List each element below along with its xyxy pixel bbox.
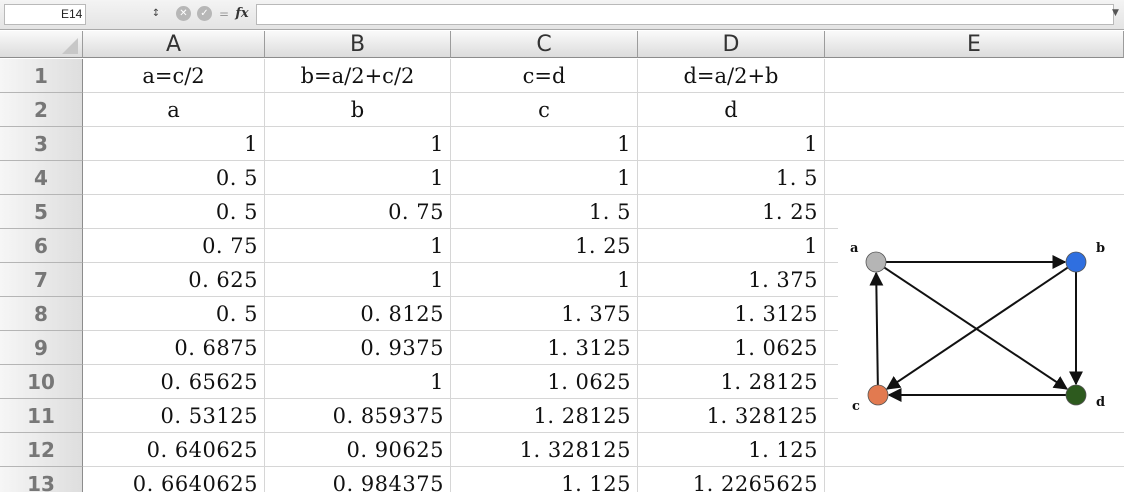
cell-b9[interactable]: 0. 9375: [265, 331, 451, 365]
cell-d1[interactable]: d=a/2+b: [638, 59, 825, 93]
cell-d7[interactable]: 1. 375: [638, 263, 825, 297]
node-a: [865, 251, 887, 273]
column-header-e[interactable]: E: [825, 31, 1124, 58]
cell-b12[interactable]: 0. 90625: [265, 433, 451, 467]
column-header-c[interactable]: C: [451, 31, 638, 58]
row-header-7[interactable]: 7: [0, 263, 83, 297]
column-header-d[interactable]: D: [638, 31, 825, 58]
cell-b11[interactable]: 0. 859375: [265, 399, 451, 433]
row-header-6[interactable]: 6: [0, 229, 83, 263]
row-header-1[interactable]: 1: [0, 59, 83, 93]
row-header-4[interactable]: 4: [0, 161, 83, 195]
cell-d5[interactable]: 1. 25: [638, 195, 825, 229]
cell-d8[interactable]: 1. 3125: [638, 297, 825, 331]
cell-c10[interactable]: 1. 0625: [451, 365, 638, 399]
row-header-8[interactable]: 8: [0, 297, 83, 331]
row-header-10[interactable]: 10: [0, 365, 83, 399]
formula-bar: E14 ↕ ✕ ✓ = fx ▼: [0, 0, 1124, 30]
cell-b7[interactable]: 1: [265, 263, 451, 297]
cell-e12[interactable]: [825, 433, 1124, 467]
node-c: [867, 384, 889, 406]
cell-b1[interactable]: b=a/2+c/2: [265, 59, 451, 93]
cell-a2[interactable]: a: [83, 93, 265, 127]
node-label-b: b: [1096, 241, 1105, 256]
cell-d6[interactable]: 1: [638, 229, 825, 263]
cell-c3[interactable]: 1: [451, 127, 638, 161]
cell-a7[interactable]: 0. 625: [83, 263, 265, 297]
node-d: [1065, 384, 1087, 406]
cell-e13[interactable]: [825, 467, 1124, 492]
cell-a9[interactable]: 0. 6875: [83, 331, 265, 365]
cell-a8[interactable]: 0. 5: [83, 297, 265, 331]
cell-b10[interactable]: 1: [265, 365, 451, 399]
check-icon[interactable]: ✓: [197, 6, 212, 21]
cell-b4[interactable]: 1: [265, 161, 451, 195]
cell-d13[interactable]: 1. 2265625: [638, 467, 825, 492]
updown-arrows-icon[interactable]: ↕: [150, 6, 162, 22]
cell-a10[interactable]: 0. 65625: [83, 365, 265, 399]
cell-c5[interactable]: 1. 5: [451, 195, 638, 229]
cell-a3[interactable]: 1: [83, 127, 265, 161]
edge-c-to-a: [869, 271, 884, 386]
row-header-3[interactable]: 3: [0, 127, 83, 161]
row-header-11[interactable]: 11: [0, 399, 83, 433]
node-label-c: c: [852, 399, 860, 414]
cell-b3[interactable]: 1: [265, 127, 451, 161]
cell-b6[interactable]: 1: [265, 229, 451, 263]
cell-c9[interactable]: 1. 3125: [451, 331, 638, 365]
equals-icon[interactable]: =: [216, 6, 232, 22]
cell-b2[interactable]: b: [265, 93, 451, 127]
cell-a11[interactable]: 0. 53125: [83, 399, 265, 433]
cell-c6[interactable]: 1. 25: [451, 229, 638, 263]
cell-a12[interactable]: 0. 640625: [83, 433, 265, 467]
node-label-d: d: [1096, 395, 1105, 410]
cell-c8[interactable]: 1. 375: [451, 297, 638, 331]
cell-e5[interactable]: [825, 195, 1124, 229]
cell-c1[interactable]: c=d: [451, 59, 638, 93]
cell-d11[interactable]: 1. 328125: [638, 399, 825, 433]
cell-a5[interactable]: 0. 5: [83, 195, 265, 229]
row-header-13[interactable]: 13: [0, 467, 83, 492]
formula-input[interactable]: [256, 4, 1114, 25]
row-header-12[interactable]: 12: [0, 433, 83, 467]
function-icon[interactable]: fx: [232, 6, 252, 22]
cell-e3[interactable]: [825, 127, 1124, 161]
x-icon[interactable]: ✕: [176, 6, 191, 21]
cell-a1[interactable]: a=c/2: [83, 59, 265, 93]
cell-c4[interactable]: 1: [451, 161, 638, 195]
name-box[interactable]: E14: [4, 4, 86, 25]
cell-d10[interactable]: 1. 28125: [638, 365, 825, 399]
cell-e4[interactable]: [825, 161, 1124, 195]
cell-c2[interactable]: c: [451, 93, 638, 127]
column-header-b[interactable]: B: [265, 31, 451, 58]
select-all-icon: [62, 38, 78, 54]
cell-e2[interactable]: [825, 93, 1124, 127]
select-all-corner[interactable]: [0, 31, 83, 58]
column-header-a[interactable]: A: [83, 31, 265, 58]
row-header-2[interactable]: 2: [0, 93, 83, 127]
cell-d3[interactable]: 1: [638, 127, 825, 161]
cell-c11[interactable]: 1. 28125: [451, 399, 638, 433]
node-diagram: a b c d: [838, 228, 1124, 418]
row-header-5[interactable]: 5: [0, 195, 83, 229]
cell-c13[interactable]: 1. 125: [451, 467, 638, 492]
cell-a4[interactable]: 0. 5: [83, 161, 265, 195]
node-label-a: a: [850, 241, 859, 256]
cell-c7[interactable]: 1: [451, 263, 638, 297]
row-header-9[interactable]: 9: [0, 331, 83, 365]
cell-b8[interactable]: 0. 8125: [265, 297, 451, 331]
cell-d2[interactable]: d: [638, 93, 825, 127]
cell-a13[interactable]: 0. 6640625: [83, 467, 265, 492]
cell-e1[interactable]: [825, 59, 1124, 93]
cell-c12[interactable]: 1. 328125: [451, 433, 638, 467]
cell-b13[interactable]: 0. 984375: [265, 467, 451, 492]
node-b: [1065, 251, 1087, 273]
cell-d12[interactable]: 1. 125: [638, 433, 825, 467]
cell-b5[interactable]: 0. 75: [265, 195, 451, 229]
chevron-down-icon[interactable]: ▼: [1112, 8, 1119, 18]
cell-a6[interactable]: 0. 75: [83, 229, 265, 263]
cell-d9[interactable]: 1. 0625: [638, 331, 825, 365]
cell-d4[interactable]: 1. 5: [638, 161, 825, 195]
